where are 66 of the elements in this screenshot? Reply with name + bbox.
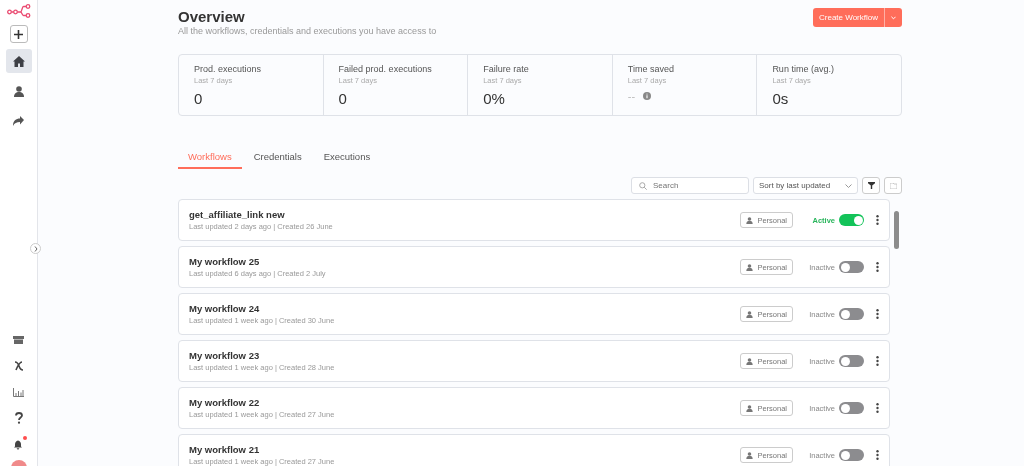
tab[interactable]: Executions bbox=[313, 148, 381, 169]
bell-icon bbox=[12, 438, 25, 450]
chevron-down-icon bbox=[845, 183, 852, 188]
chevron-right-icon bbox=[33, 245, 38, 252]
user-icon bbox=[746, 451, 754, 459]
stat-value: 0s bbox=[772, 90, 789, 107]
sort-dropdown[interactable]: Sort by last updated bbox=[753, 177, 858, 194]
more-options-button[interactable] bbox=[876, 309, 879, 319]
workflow-name: My workflow 23 bbox=[189, 350, 261, 361]
stat-value: 0 bbox=[338, 90, 347, 107]
user-icon bbox=[746, 404, 754, 412]
active-toggle[interactable] bbox=[839, 214, 864, 226]
search-field[interactable]: Search bbox=[631, 177, 749, 194]
active-toggle[interactable] bbox=[839, 308, 864, 320]
more-options-button[interactable] bbox=[876, 403, 879, 413]
filter-icon bbox=[867, 182, 875, 189]
vertical-dots-icon bbox=[876, 309, 879, 319]
variable-x-icon bbox=[13, 361, 24, 371]
more-options-button[interactable] bbox=[876, 215, 879, 225]
stat-title: Run time (avg.) bbox=[772, 64, 835, 74]
vertical-dots-icon bbox=[876, 262, 879, 272]
workflow-name: My workflow 24 bbox=[189, 303, 261, 314]
active-toggle[interactable] bbox=[839, 261, 864, 273]
stat-value: -- bbox=[627, 90, 636, 102]
stat-title: Failure rate bbox=[483, 64, 530, 74]
info-icon[interactable] bbox=[643, 92, 652, 100]
active-toggle[interactable] bbox=[839, 402, 864, 414]
sidebar-nav-item[interactable] bbox=[5, 49, 32, 73]
user-icon bbox=[13, 85, 24, 97]
help-icon bbox=[14, 412, 23, 424]
workflow-name: My workflow 21 bbox=[189, 444, 261, 455]
stat-value: 0 bbox=[194, 90, 203, 107]
stat-title: Time saved bbox=[627, 64, 675, 74]
stat-title: Prod. executions bbox=[194, 64, 263, 74]
folder-icon bbox=[889, 182, 897, 189]
vertical-dots-icon bbox=[876, 356, 879, 366]
user-icon bbox=[746, 357, 754, 365]
filter-button[interactable] bbox=[862, 177, 880, 194]
chevron-down-icon bbox=[891, 15, 896, 20]
stat-title: Failed prod. executions bbox=[338, 64, 433, 74]
stat-value: 0% bbox=[483, 90, 505, 107]
add-button[interactable] bbox=[9, 25, 28, 43]
vertical-dots-icon bbox=[876, 450, 879, 460]
more-options-button[interactable] bbox=[876, 262, 879, 272]
workflow-name: My workflow 25 bbox=[189, 256, 261, 267]
vertical-dots-icon bbox=[876, 403, 879, 413]
user-icon bbox=[746, 263, 754, 271]
workflow-name: My workflow 22 bbox=[189, 397, 261, 408]
more-options-button[interactable] bbox=[876, 356, 879, 366]
active-toggle[interactable] bbox=[839, 449, 864, 461]
collapse-sidebar-button[interactable] bbox=[30, 243, 41, 254]
workflow-name: get_affiliate_link new bbox=[189, 209, 286, 220]
page-title: Overview bbox=[178, 8, 246, 25]
home-icon bbox=[12, 55, 25, 67]
active-toggle[interactable] bbox=[839, 355, 864, 367]
tab[interactable]: Credentials bbox=[243, 148, 312, 169]
box-icon bbox=[13, 336, 24, 344]
bar-chart-icon bbox=[13, 387, 24, 397]
user-icon bbox=[746, 310, 754, 318]
share-arrow-icon bbox=[13, 116, 24, 126]
vertical-dots-icon bbox=[876, 215, 879, 225]
page-subtitle: All the workflows, credentials and executions you have access to bbox=[178, 26, 437, 36]
more-options-button[interactable] bbox=[876, 450, 879, 460]
logo-icon[interactable] bbox=[6, 4, 31, 18]
plus-icon bbox=[14, 29, 23, 39]
user-icon bbox=[746, 216, 754, 224]
